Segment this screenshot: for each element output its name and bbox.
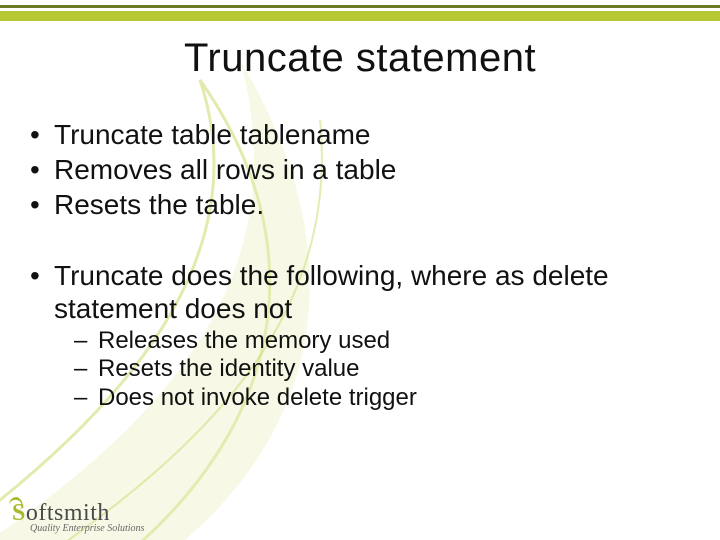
bullet-item: Truncate table tablename xyxy=(30,118,690,151)
sub-bullet-item: Releases the memory used xyxy=(30,327,690,355)
sub-bullet-item: Resets the identity value xyxy=(30,355,690,383)
sub-bullet-item: Does not invoke delete trigger xyxy=(30,384,690,412)
slide-title: Truncate statement xyxy=(0,36,720,81)
top-rule-dark xyxy=(0,5,720,8)
bullet-item: Removes all rows in a table xyxy=(30,153,690,186)
body-text: Truncate table tablename Removes all row… xyxy=(30,118,690,412)
bullet-item: Truncate does the following, where as de… xyxy=(30,259,690,325)
bullet-item: Resets the table. xyxy=(30,188,690,221)
brand-name: Softsmith xyxy=(12,501,144,525)
brand-logo: Softsmith Quality Enterprise Solutions xyxy=(12,501,144,534)
brand-tagline: Quality Enterprise Solutions xyxy=(30,523,144,534)
spacer xyxy=(30,223,690,259)
logo-swirl-icon xyxy=(6,495,28,517)
top-rule-light xyxy=(0,11,720,21)
slide: Truncate statement Truncate table tablen… xyxy=(0,0,720,540)
